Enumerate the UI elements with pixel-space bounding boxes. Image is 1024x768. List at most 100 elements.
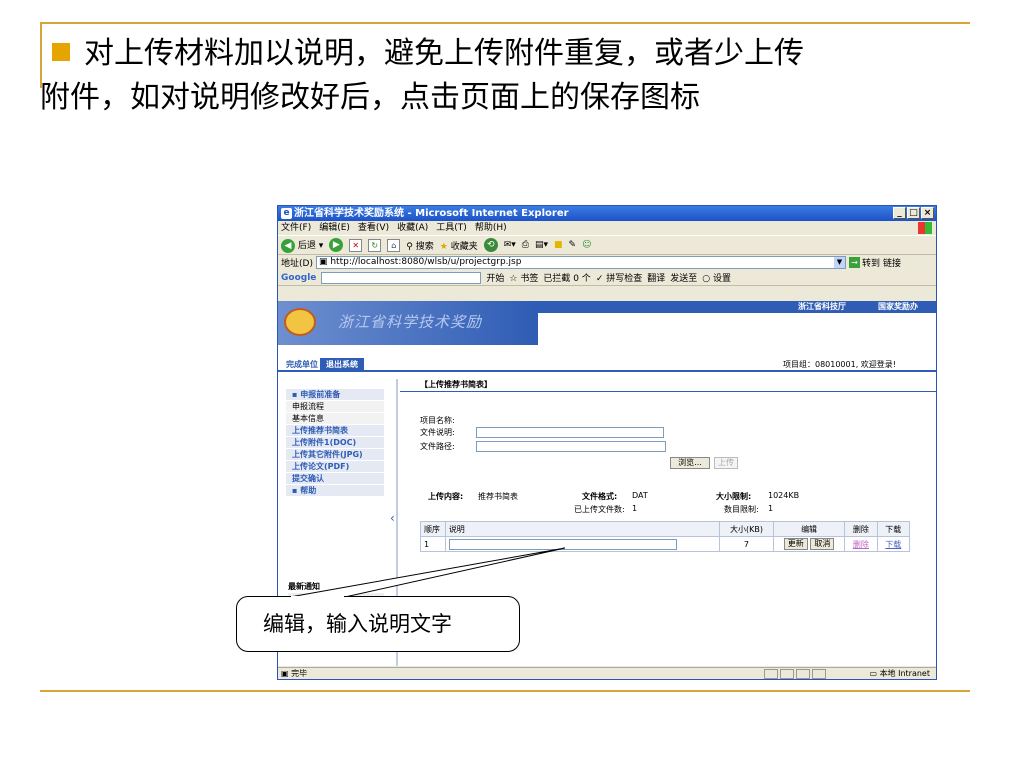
tab-complete-unit[interactable]: 完成单位 <box>280 358 324 372</box>
table-header-row: 顺序 说明 大小(KB) 编辑 删除 下载 <box>420 521 911 537</box>
address-input[interactable]: ▣ http://localhost:8080/wlsb/u/projectgr… <box>315 256 846 269</box>
print-icon[interactable]: ⎙ <box>522 240 529 250</box>
go-arrow-icon: → <box>848 257 860 268</box>
close-button[interactable]: × <box>921 207 934 219</box>
format-label: 文件格式: <box>582 492 618 501</box>
provincial-dept-link[interactable]: 浙江省科技厅 <box>798 301 846 313</box>
menu-favorites[interactable]: 收藏(A) <box>397 221 428 235</box>
stop-icon[interactable]: ✕ <box>349 238 363 252</box>
translate-button[interactable]: 翻译 <box>647 271 665 284</box>
sidebar-item-submit[interactable]: 提交确认 <box>286 473 384 485</box>
cancel-button[interactable]: 取消 <box>810 538 835 550</box>
minimize-button[interactable]: _ <box>893 207 906 219</box>
menu-file[interactable]: 文件(F) <box>281 221 311 235</box>
col-delete: 删除 <box>844 521 878 537</box>
col-size: 大小(KB) <box>718 521 774 537</box>
banner-link-strip: 浙江省科技厅 国家奖励办 <box>538 301 936 313</box>
col-download: 下载 <box>876 521 911 537</box>
tab-logout[interactable]: 退出系统 <box>320 358 364 372</box>
menu-help[interactable]: 帮助(H) <box>475 221 507 235</box>
go-button[interactable]: → 转到 <box>848 256 880 269</box>
col-edit: 编辑 <box>772 521 846 537</box>
site-banner: 浙江省科学技术奖励 浙江省科技厅 国家奖励办 <box>278 301 936 347</box>
files-table: 顺序 说明 大小(KB) 编辑 删除 下载 1 7 更新 取消 删除 下载 <box>420 521 911 552</box>
upload-button[interactable]: 上传 <box>714 457 738 469</box>
update-button[interactable]: 更新 <box>783 538 808 550</box>
sidebar-item-help[interactable]: ▪ 帮助 <box>286 485 384 497</box>
spellcheck-button[interactable]: ✓ 拼写检查 <box>596 271 642 284</box>
format-value: DAT <box>632 491 648 500</box>
history-icon[interactable]: ⟲ <box>483 238 498 252</box>
back-button[interactable]: ◀ 后退 ▾ <box>281 238 323 253</box>
forward-arrow-icon[interactable]: ▶ <box>329 238 344 252</box>
bottom-rule <box>40 690 970 692</box>
banner-image: 浙江省科学技术奖励 <box>278 301 538 345</box>
upload-info-row-2: 已上传文件数: 1 数目限制: 1 <box>428 504 928 516</box>
bookmarks-label: 书签 <box>520 274 539 284</box>
count-limit-value: 1 <box>768 504 774 513</box>
address-label: 地址(D) <box>281 259 313 269</box>
menu-edit[interactable]: 编辑(E) <box>319 221 350 235</box>
file-desc-input[interactable] <box>476 427 664 438</box>
folder-icon[interactable]: ■ <box>554 240 563 250</box>
mail-icon[interactable]: ✉▾ <box>504 240 516 250</box>
national-award-link[interactable]: 国家奖励办 <box>878 301 918 313</box>
standard-toolbar: ◀ 后退 ▾ ▶ ✕ ↻ ⌂ ⚲ 搜索 ★ 收藏夹 ⟲ ✉▾ ⎙ ▤▾ ■ ✎ … <box>278 235 936 255</box>
address-dropdown-icon[interactable]: ▼ <box>833 257 845 268</box>
description-edit-input[interactable] <box>448 538 677 550</box>
callout-text: 编辑，输入说明文字 <box>263 612 452 636</box>
row-description-cell <box>444 536 720 552</box>
menu-tools[interactable]: 工具(T) <box>436 221 467 235</box>
delete-link[interactable]: 删除 <box>853 540 869 549</box>
top-rule <box>40 22 970 24</box>
sidebar-item-upload-doc[interactable]: 上传附件1(DOC) <box>286 437 384 449</box>
refresh-icon[interactable]: ↻ <box>368 238 382 252</box>
bullet-square-icon <box>52 43 70 61</box>
home-icon[interactable]: ⌂ <box>387 238 401 252</box>
size-limit-value: 1024KB <box>768 491 800 500</box>
send-to-button[interactable]: 发送至 <box>670 271 697 284</box>
google-start-button[interactable]: 开始 <box>486 271 504 284</box>
sidebar-item-upload-form[interactable]: 上传推荐书简表 <box>286 425 384 437</box>
col-description: 说明 <box>444 521 720 537</box>
sidebar-item-preparation[interactable]: ▪ 申报前准备 <box>286 389 384 401</box>
callout-box: 编辑，输入说明文字 <box>236 596 520 652</box>
file-path-label: 文件路径: <box>420 442 455 451</box>
file-desc-label: 文件说明: <box>420 428 455 437</box>
edit-page-icon[interactable]: ▤▾ <box>535 240 548 250</box>
settings-button[interactable]: ○ 设置 <box>702 271 731 284</box>
settings-label: 设置 <box>712 274 731 284</box>
security-zone: ▭ 本地 Intranet <box>869 668 930 679</box>
file-path-input[interactable] <box>476 441 666 452</box>
links-button[interactable]: 链接 <box>883 256 901 269</box>
page-icon: ▣ <box>318 257 328 267</box>
google-search-input[interactable] <box>321 271 482 284</box>
content-label: 上传内容: <box>428 492 464 501</box>
bullet-paragraph: 对上传材料加以说明，避免上传附件重复，或者少上传 附件，如对说明修改好后，点击页… <box>40 32 972 120</box>
uploaded-count-value: 1 <box>632 504 638 513</box>
google-logo[interactable]: Google <box>281 273 316 283</box>
sidebar-item-process[interactable]: 申报流程 <box>286 401 384 413</box>
col-order: 顺序 <box>420 521 446 537</box>
maximize-button[interactable]: □ <box>907 207 920 219</box>
menu-view[interactable]: 查看(V) <box>358 221 389 235</box>
google-toolbar: Google 开始 ☆ 书签 已拦截 0 个 ✓ 拼写检查 翻译 发送至 ○ 设… <box>278 270 936 286</box>
uploaded-count-label: 已上传文件数: <box>574 505 625 514</box>
favorites-button[interactable]: ★ 收藏夹 <box>440 239 478 252</box>
bullet-line-1: 对上传材料加以说明，避免上传附件重复，或者少上传 <box>84 36 804 71</box>
row-delete-cell: 删除 <box>844 536 878 552</box>
window-title: 浙江省科学技术奖励系统 - Microsoft Internet Explore… <box>294 208 569 219</box>
sidebar-item-basic-info[interactable]: 基本信息 <box>286 413 384 425</box>
sidebar: ▪ 申报前准备 申报流程 基本信息 上传推荐书简表 上传附件1(DOC) 上传其… <box>286 389 384 497</box>
google-bookmarks-button[interactable]: ☆ 书签 <box>509 271 538 284</box>
collapse-arrow-icon[interactable]: ‹ <box>390 511 398 525</box>
messenger-icon[interactable]: ✎ <box>569 240 577 250</box>
popup-blocked-label[interactable]: 已拦截 0 个 <box>543 271 590 284</box>
browse-button[interactable]: 浏览... <box>670 457 710 469</box>
download-link[interactable]: 下载 <box>885 540 901 549</box>
sidebar-item-upload-jpg[interactable]: 上传其它附件(JPG) <box>286 449 384 461</box>
people-icon[interactable]: ☺ <box>582 240 591 250</box>
sidebar-item-upload-pdf[interactable]: 上传论文(PDF) <box>286 461 384 473</box>
content-value: 推荐书简表 <box>478 492 518 501</box>
search-button[interactable]: ⚲ 搜索 <box>406 239 433 252</box>
